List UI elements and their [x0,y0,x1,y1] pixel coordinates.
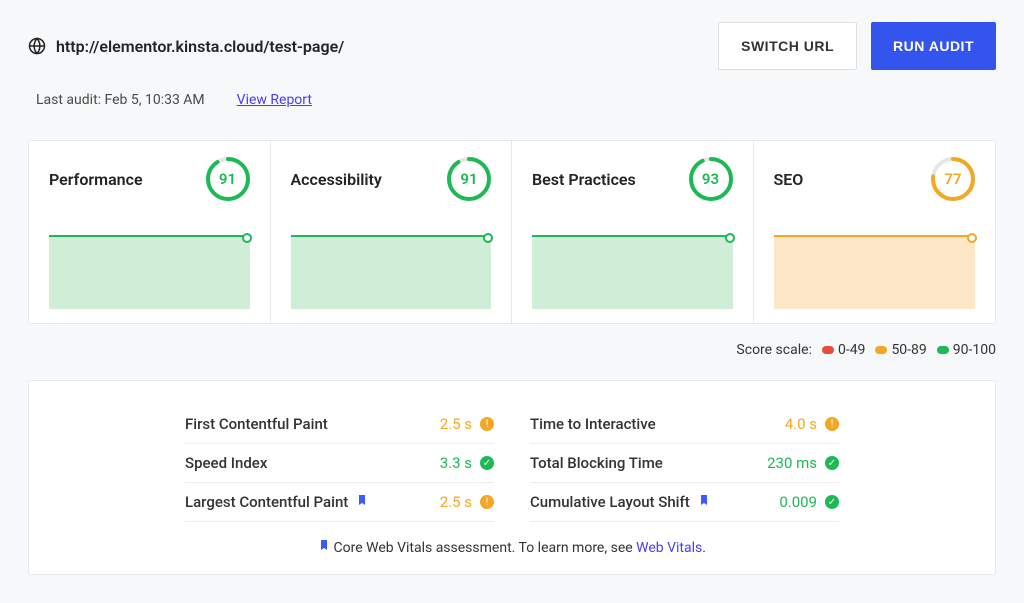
score-cards: Performance 91 Accessibility 91 Be [28,140,996,324]
web-vitals-link[interactable]: Web Vitals [636,540,702,556]
score-title: Best Practices [532,170,636,189]
status-orange-icon: ! [480,495,494,509]
score-donut: 91 [447,157,491,201]
score-card-best-practices[interactable]: Best Practices 93 [512,141,754,323]
page-url: http://elementor.kinsta.cloud/test-page/ [56,37,344,56]
metric-value: 230 ms ✓ [767,454,839,472]
metric-label: Time to Interactive [530,415,656,433]
status-orange-icon: ! [480,417,494,431]
score-card-seo[interactable]: SEO 77 [754,141,996,323]
metric-label: Largest Contentful Paint [185,493,368,511]
metric-value: 2.5 s ! [440,415,494,433]
metric-row: Largest Contentful Paint 2.5 s ! [185,483,494,522]
url-block: http://elementor.kinsta.cloud/test-page/ [28,37,344,56]
score-spark [49,235,250,309]
metric-row: Time to Interactive 4.0 s ! [530,405,839,444]
metrics-panel: First Contentful Paint 2.5 s ! Speed Ind… [28,380,996,575]
score-scale: Score scale: 0-49 50-89 90-100 [28,342,996,358]
score-title: Accessibility [291,170,382,189]
footer-note: Core Web Vitals assessment. To learn mor… [185,538,839,556]
metric-label: Speed Index [185,454,267,472]
score-spark [532,235,733,309]
globe-icon [28,37,46,55]
status-green-icon: ✓ [825,456,839,470]
metric-label: Cumulative Layout Shift [530,493,710,511]
view-report-link[interactable]: View Report [237,92,312,108]
metric-row: Speed Index 3.3 s ✓ [185,444,494,483]
score-card-accessibility[interactable]: Accessibility 91 [271,141,513,323]
dot-green-icon [937,346,949,354]
run-audit-button[interactable]: RUN AUDIT [871,22,996,70]
score-card-performance[interactable]: Performance 91 [29,141,271,323]
metric-row: Cumulative Layout Shift 0.009 ✓ [530,483,839,522]
status-green-icon: ✓ [480,456,494,470]
score-title: SEO [774,170,804,189]
status-green-icon: ✓ [825,495,839,509]
score-spark [774,235,976,309]
last-audit-text: Last audit: Feb 5, 10:33 AM [36,92,205,108]
metric-value: 4.0 s ! [785,415,839,433]
metric-value: 3.3 s ✓ [440,454,494,472]
status-orange-icon: ! [825,417,839,431]
metric-label: First Contentful Paint [185,415,328,433]
score-spark [291,235,492,309]
score-donut: 91 [206,157,250,201]
dot-red-icon [822,346,834,354]
switch-url-button[interactable]: SWITCH URL [718,22,857,70]
score-donut: 93 [689,157,733,201]
metric-value: 2.5 s ! [440,493,494,511]
score-title: Performance [49,170,143,189]
score-donut: 77 [931,157,975,201]
metric-row: Total Blocking Time 230 ms ✓ [530,444,839,483]
dot-orange-icon [875,346,887,354]
bookmark-icon [318,540,333,556]
bookmark-icon [698,493,710,511]
metric-label: Total Blocking Time [530,454,663,472]
metric-value: 0.009 ✓ [779,493,839,511]
metric-row: First Contentful Paint 2.5 s ! [185,405,494,444]
bookmark-icon [356,493,368,511]
